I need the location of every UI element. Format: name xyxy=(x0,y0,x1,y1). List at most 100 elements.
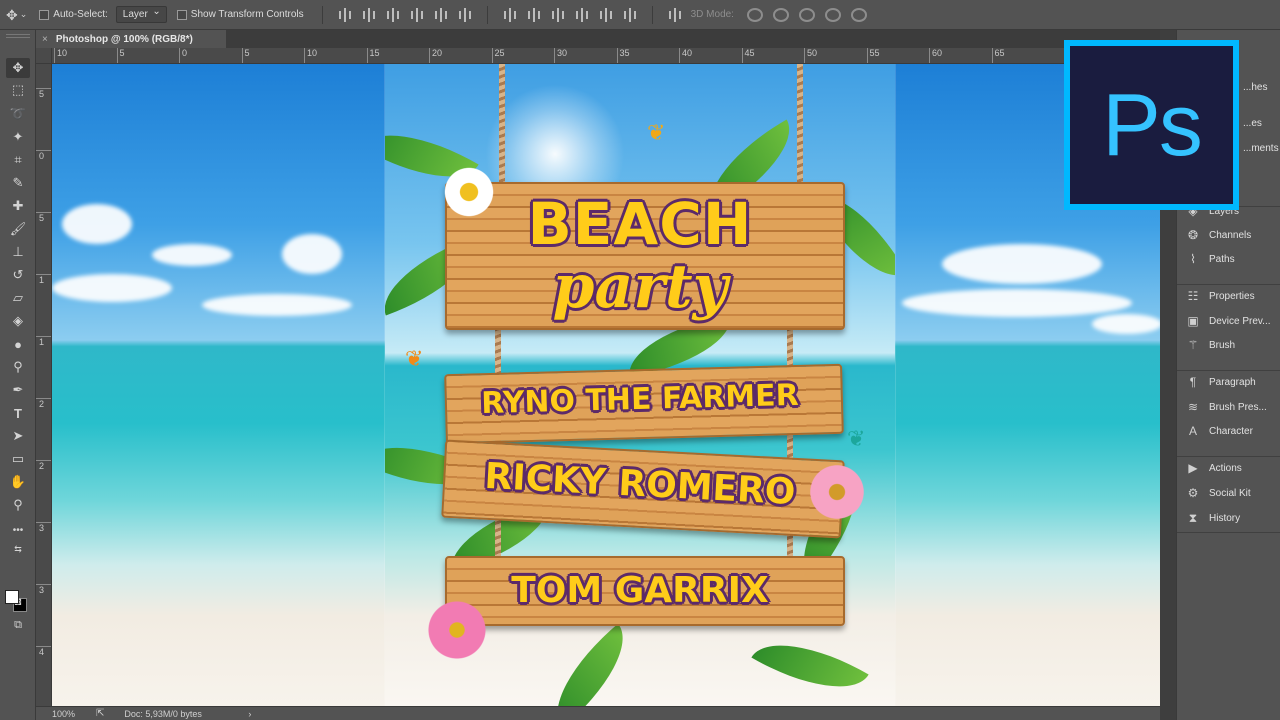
move-tool-icon[interactable]: ✥ xyxy=(6,58,30,78)
history-brush-tool-icon[interactable]: ↺ xyxy=(6,265,30,285)
panel-item-actions[interactable]: ▶ Actions xyxy=(1185,459,1241,477)
paint-bucket-tool-icon[interactable]: ◈ xyxy=(6,311,30,331)
panel-item-paragraph[interactable]: ¶ Paragraph xyxy=(1185,373,1256,391)
more-tools-icon[interactable]: ••• xyxy=(6,520,30,540)
panel-group xyxy=(1177,532,1280,540)
distribute-bottom-icon[interactable] xyxy=(550,7,566,22)
ruler-tick-label: 55 xyxy=(866,48,880,63)
auto-select-dropdown[interactable]: Layer xyxy=(115,6,167,23)
transform-controls-checkbox[interactable]: Show Transform Controls xyxy=(176,9,304,20)
panel-item-character[interactable]: A Character xyxy=(1185,422,1253,440)
vertical-ruler[interactable]: 5 0 5 1 1 2 2 3 3 4 xyxy=(36,64,52,706)
magic-wand-tool-icon[interactable]: ✦ xyxy=(6,127,30,147)
align-bottom-icon[interactable] xyxy=(385,7,401,22)
cloud xyxy=(62,204,132,244)
dodge-tool-icon[interactable]: ⚲ xyxy=(6,357,30,377)
zoom-level[interactable]: 100% xyxy=(52,709,92,719)
brush-tool-icon[interactable]: 🖌 xyxy=(6,219,30,239)
photoshop-logo: Ps xyxy=(1064,40,1239,210)
eyedropper-tool-icon[interactable]: ✎ xyxy=(6,173,30,193)
distribute-vcenter-icon[interactable] xyxy=(526,7,542,22)
horizontal-ruler[interactable]: 10 5 0 5 10 15 20 25 30 35 40 45 50 55 60 65 xyxy=(52,48,1160,64)
type-tool-icon[interactable]: T xyxy=(6,403,30,423)
lasso-tool-icon[interactable]: ➰ xyxy=(6,104,30,124)
3d-orbit-icon[interactable] xyxy=(746,7,763,22)
crop-tool-icon[interactable]: ⌗ xyxy=(6,150,30,170)
ruler-tick-label: 3 xyxy=(36,522,51,533)
checkbox-box[interactable] xyxy=(39,9,50,20)
poster-subhead: party xyxy=(552,252,728,322)
panel-item-social-kit[interactable]: ⚙ Social Kit xyxy=(1185,484,1251,502)
canvas[interactable]: BEACH party RYNO THE FARMER RICKY ROMERO… xyxy=(52,64,1160,706)
document-tab[interactable]: × Photoshop @ 100% (RGB/8*) xyxy=(36,30,226,48)
ruler-tick-label: 10 xyxy=(304,48,317,63)
butterfly-icon: ❦ xyxy=(405,346,424,371)
3d-pan-icon[interactable] xyxy=(798,7,815,22)
distribute-hcenter-icon[interactable] xyxy=(598,7,614,22)
distribute-top-icon[interactable] xyxy=(502,7,518,22)
screen-mode-icon[interactable]: ⧉ xyxy=(6,615,30,635)
document-tab-bar: × Photoshop @ 100% (RGB/8*) xyxy=(36,30,1160,48)
palm-leaf xyxy=(751,619,869,706)
document-info: Doc: 5,93M/0 bytes xyxy=(124,708,202,719)
marquee-tool-icon[interactable]: ⬚ xyxy=(6,80,30,100)
ruler-origin[interactable] xyxy=(36,48,52,64)
zoom-tool-icon[interactable]: ⚲ xyxy=(6,495,30,515)
align-hcenter-icon[interactable] xyxy=(433,7,449,22)
align-right-icon[interactable] xyxy=(457,7,473,22)
close-tab-icon[interactable]: × xyxy=(42,34,48,45)
channels-icon: ❂ xyxy=(1187,228,1199,242)
move-tool-icon[interactable]: ✥ xyxy=(6,8,18,22)
export-icon[interactable]: ⇱ xyxy=(96,708,104,719)
ruler-tick-label: 1 xyxy=(36,274,51,285)
panel-item-styles[interactable]: ...es xyxy=(1243,114,1262,132)
poster-artboard[interactable]: BEACH party RYNO THE FARMER RICKY ROMERO… xyxy=(385,64,895,706)
rectangle-tool-icon[interactable]: ▭ xyxy=(6,449,30,469)
panel-item-channels[interactable]: ❂ Channels xyxy=(1185,226,1251,244)
toolbox-grip[interactable] xyxy=(6,34,30,38)
3d-slide-icon[interactable] xyxy=(824,7,841,22)
ruler-tick-label: 40 xyxy=(679,48,692,63)
clone-stamp-tool-icon[interactable]: ⊥ xyxy=(6,242,30,262)
toolbox: ✥ ⬚ ➰ ✦ ⌗ ✎ ✚ 🖌 ⊥ ↺ ▱ ◈ ● ⚲ ✒ T ➤ ▭ ✋ ⚲ … xyxy=(0,30,36,720)
panel-item-history[interactable]: ⧗ History xyxy=(1185,509,1240,527)
brush-icon: ⚚ xyxy=(1187,338,1199,352)
checkbox-box[interactable] xyxy=(176,9,187,20)
auto-align-icon[interactable] xyxy=(667,7,683,22)
logo-inner: Ps xyxy=(1070,46,1233,204)
3d-roll-icon[interactable] xyxy=(772,7,789,22)
align-vcenter-icon[interactable] xyxy=(361,7,377,22)
separator xyxy=(486,5,488,24)
panel-item-brush-presets[interactable]: ≋ Brush Pres... xyxy=(1185,398,1267,416)
auto-select-checkbox[interactable]: Auto-Select: xyxy=(39,9,108,20)
properties-icon: ☷ xyxy=(1187,289,1199,303)
panel-item-adjustments[interactable]: ...ments xyxy=(1243,139,1279,157)
eraser-tool-icon[interactable]: ▱ xyxy=(6,288,30,308)
path-selection-tool-icon[interactable]: ➤ xyxy=(6,426,30,446)
panel-item-swatches[interactable]: ...hes xyxy=(1243,78,1267,96)
panel-item-paths[interactable]: ⌇ Paths xyxy=(1185,250,1235,268)
align-left-icon[interactable] xyxy=(409,7,425,22)
panel-item-device-preview[interactable]: ▣ Device Prev... xyxy=(1185,312,1270,330)
cloud xyxy=(52,274,172,302)
tool-preset-chevron-icon[interactable]: ⌄ xyxy=(20,10,28,19)
transform-controls-label: Show Transform Controls xyxy=(190,9,304,20)
separator xyxy=(651,5,653,24)
distribute-right-icon[interactable] xyxy=(622,7,638,22)
healing-brush-tool-icon[interactable]: ✚ xyxy=(6,196,30,216)
document-tab-title: Photoshop @ 100% (RGB/8*) xyxy=(55,33,193,45)
hand-tool-icon[interactable]: ✋ xyxy=(6,472,30,492)
panel-item-properties[interactable]: ☷ Properties xyxy=(1185,287,1255,305)
pen-tool-icon[interactable]: ✒ xyxy=(6,380,30,400)
3d-scale-icon[interactable] xyxy=(850,7,867,22)
align-top-icon[interactable] xyxy=(337,7,353,22)
blur-tool-icon[interactable]: ● xyxy=(6,334,30,354)
panel-item-brush[interactable]: ⚚ Brush xyxy=(1185,336,1236,354)
distribute-left-icon[interactable] xyxy=(574,7,590,22)
status-menu-arrow[interactable]: › xyxy=(248,709,251,719)
3d-mode-label: 3D Mode: xyxy=(690,9,734,20)
paragraph-icon: ¶ xyxy=(1189,375,1197,389)
cloud xyxy=(1092,314,1160,334)
foreground-color-swatch[interactable] xyxy=(5,590,19,604)
swap-colors-icon[interactable]: ⇆ xyxy=(6,542,30,556)
